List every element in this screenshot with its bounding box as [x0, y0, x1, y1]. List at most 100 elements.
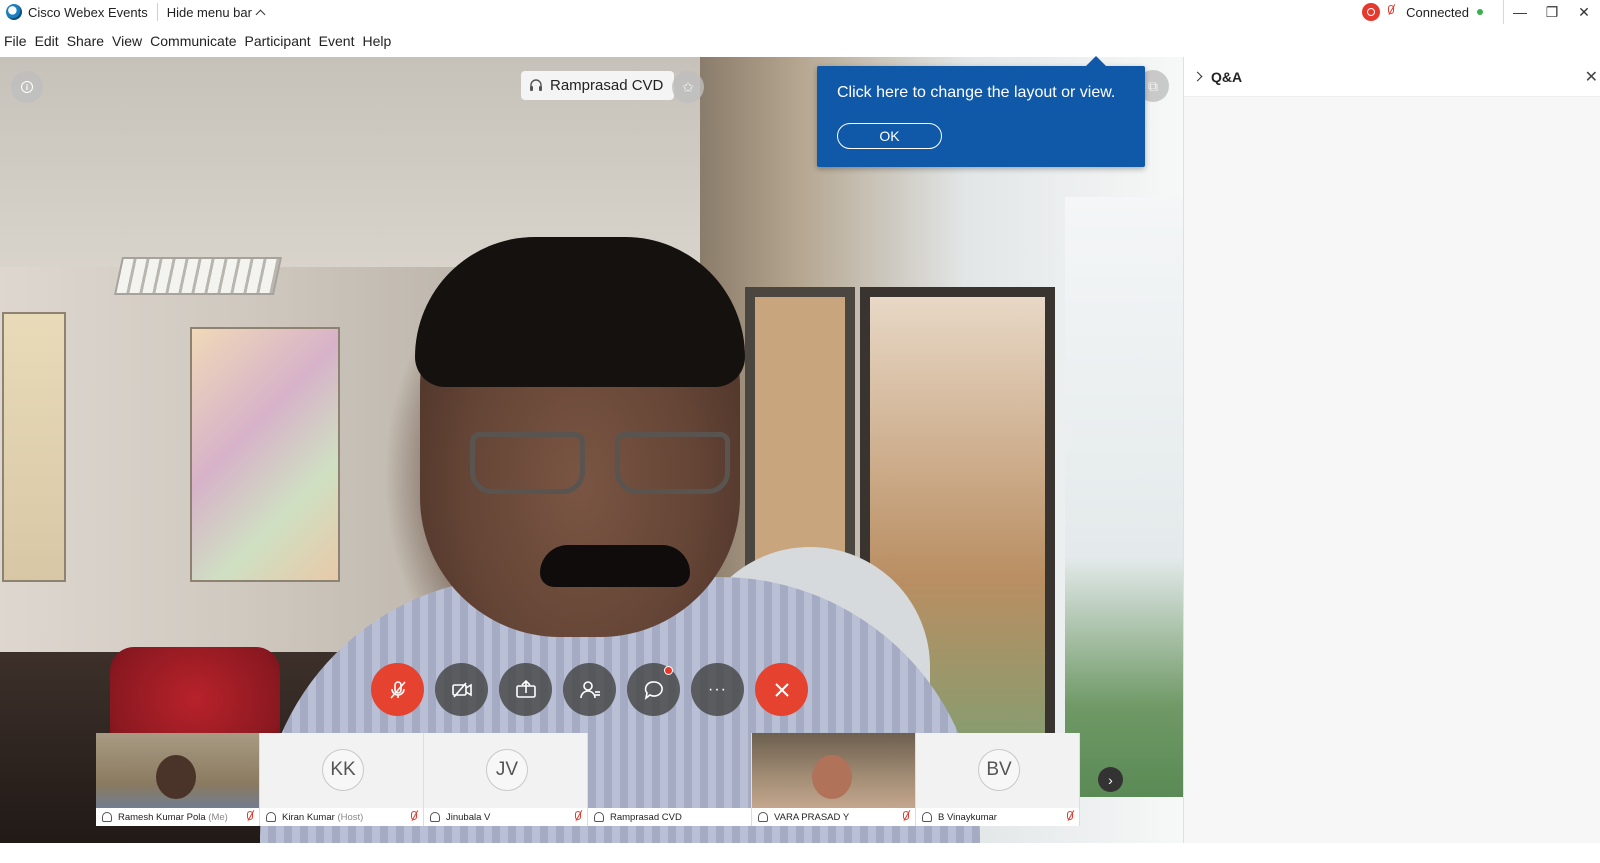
mic-muted-icon	[245, 811, 255, 823]
mic-muted-icon	[389, 680, 406, 699]
video-off-icon	[451, 681, 472, 698]
avatar: KK	[322, 749, 364, 791]
headset-icon	[430, 812, 440, 822]
chevron-up-icon	[255, 9, 266, 19]
share-content-button[interactable]	[499, 663, 552, 716]
pin-button[interactable]: ✩	[672, 71, 704, 103]
participant-name: B Vinaykumar	[938, 811, 997, 823]
app-title: Cisco Webex Events	[28, 4, 148, 20]
avatar: BV	[978, 749, 1020, 791]
more-icon: ···	[708, 680, 727, 698]
video-background-map	[190, 327, 340, 582]
video-button[interactable]	[435, 663, 488, 716]
headset-icon	[102, 812, 112, 822]
speaker-mustache	[540, 545, 690, 587]
participant-video	[156, 755, 196, 799]
qa-panel-title: Q&A	[1211, 68, 1243, 85]
qa-panel-header[interactable]: Q&A ✕	[1184, 57, 1600, 97]
participant-label: Kiran Kumar (Host)	[260, 808, 423, 826]
next-thumbnails-button[interactable]: ›	[1098, 767, 1123, 792]
title-separator	[156, 3, 158, 21]
headset-icon	[922, 812, 932, 822]
mute-button[interactable]	[371, 663, 424, 716]
meeting-info-button[interactable]: i	[11, 71, 43, 103]
menu-communicate[interactable]: Communicate	[150, 33, 236, 49]
mic-muted-icon[interactable]	[1386, 5, 1398, 19]
minimize-button[interactable]: —	[1504, 0, 1536, 24]
participant-label: VARA PRASAD Y	[752, 808, 915, 826]
video-background-window-view	[1065, 197, 1183, 797]
restore-button[interactable]: ❐	[1536, 0, 1568, 24]
menu-file[interactable]: File	[4, 33, 27, 49]
pin-icon: ✩	[682, 79, 694, 95]
mic-muted-icon	[901, 811, 911, 823]
chevron-right-icon[interactable]	[1192, 71, 1203, 82]
participant-thumbnail[interactable]: JV Jinubala V	[424, 733, 588, 826]
participant-video	[812, 755, 852, 799]
menu-participant[interactable]: Participant	[245, 33, 311, 49]
participant-name: Ramprasad CVD	[610, 811, 682, 823]
chat-button[interactable]	[627, 663, 680, 716]
participant-name: Jinubala V	[446, 811, 491, 823]
tooltip-text: Click here to change the layout or view.	[837, 84, 1116, 101]
connection-status-dot-icon	[1477, 9, 1483, 15]
participant-label: Jinubala V	[424, 808, 587, 826]
participants-icon	[579, 680, 600, 698]
participants-button[interactable]	[563, 663, 616, 716]
connection-status: Connected	[1406, 4, 1469, 20]
hide-menu-bar-label: Hide menu bar	[166, 4, 252, 20]
video-stage[interactable]: i Ramprasad CVD ✩ ▭ ⧉	[0, 57, 1183, 843]
mic-muted-icon	[1065, 811, 1075, 823]
participant-label: B Vinaykumar	[916, 808, 1079, 826]
participant-thumbnail[interactable]: Ramprasad CVD	[588, 733, 752, 826]
bottom-band	[0, 843, 1600, 863]
participant-thumbnail[interactable]: Ramesh Kumar Pola (Me)	[96, 733, 260, 826]
popout-icon: ⧉	[1148, 78, 1158, 94]
layout-tooltip: Click here to change the layout or view.…	[817, 56, 1145, 167]
video-background-map	[2, 312, 66, 582]
participant-label: Ramesh Kumar Pola (Me)	[96, 808, 259, 826]
recording-icon[interactable]	[1362, 3, 1381, 21]
leave-icon	[774, 682, 789, 697]
info-icon: i	[21, 81, 33, 93]
menu-share[interactable]: Share	[67, 33, 104, 49]
menu-edit[interactable]: Edit	[35, 33, 59, 49]
headset-icon	[758, 812, 768, 822]
close-window-button[interactable]: ✕	[1568, 0, 1600, 24]
mic-muted-icon	[409, 811, 419, 823]
chat-icon	[644, 680, 663, 700]
headset-icon	[266, 812, 276, 822]
participant-name: Kiran Kumar	[282, 811, 335, 823]
tooltip-ok-button[interactable]: OK	[837, 123, 942, 149]
participant-thumbnail[interactable]: BV B Vinaykumar	[916, 733, 1080, 826]
participant-name: VARA PRASAD Y	[774, 811, 850, 823]
webex-logo-icon	[6, 4, 22, 20]
chat-notification-badge	[664, 666, 673, 675]
participant-label: Ramprasad CVD	[588, 808, 751, 826]
speaker-hair	[415, 237, 745, 387]
video-background-light	[113, 257, 283, 295]
participant-thumbnail[interactable]: VARA PRASAD Y	[752, 733, 916, 826]
qa-panel: Q&A ✕	[1183, 57, 1600, 843]
title-bar: Cisco Webex Events Hide menu bar Connect…	[0, 0, 1600, 24]
menu-view[interactable]: View	[112, 33, 142, 49]
close-panel-button[interactable]: ✕	[1585, 67, 1598, 87]
participant-role: (Host)	[337, 811, 364, 823]
participant-thumbnails: Ramesh Kumar Pola (Me) KK Kiran Kumar (H…	[96, 733, 1080, 826]
title-bar-right: Connected — ❐ ✕	[1362, 0, 1600, 24]
speaker-glasses	[470, 432, 740, 502]
hide-menu-bar-button[interactable]: Hide menu bar	[166, 4, 266, 20]
leave-meeting-button[interactable]	[755, 663, 808, 716]
participant-thumbnail[interactable]: KK Kiran Kumar (Host)	[260, 733, 424, 826]
more-options-button[interactable]: ···	[691, 663, 744, 716]
participant-name: Ramesh Kumar Pola	[118, 811, 206, 823]
active-speaker-label: Ramprasad CVD	[521, 71, 675, 100]
mic-muted-icon	[573, 811, 583, 823]
menu-event[interactable]: Event	[319, 33, 355, 49]
menu-help[interactable]: Help	[362, 33, 391, 49]
chevron-right-icon: ›	[1108, 771, 1113, 788]
headset-icon	[594, 812, 604, 822]
menu-bar: File Edit Share View Communicate Partici…	[0, 28, 395, 54]
avatar: JV	[486, 749, 528, 791]
headset-icon	[530, 78, 542, 91]
